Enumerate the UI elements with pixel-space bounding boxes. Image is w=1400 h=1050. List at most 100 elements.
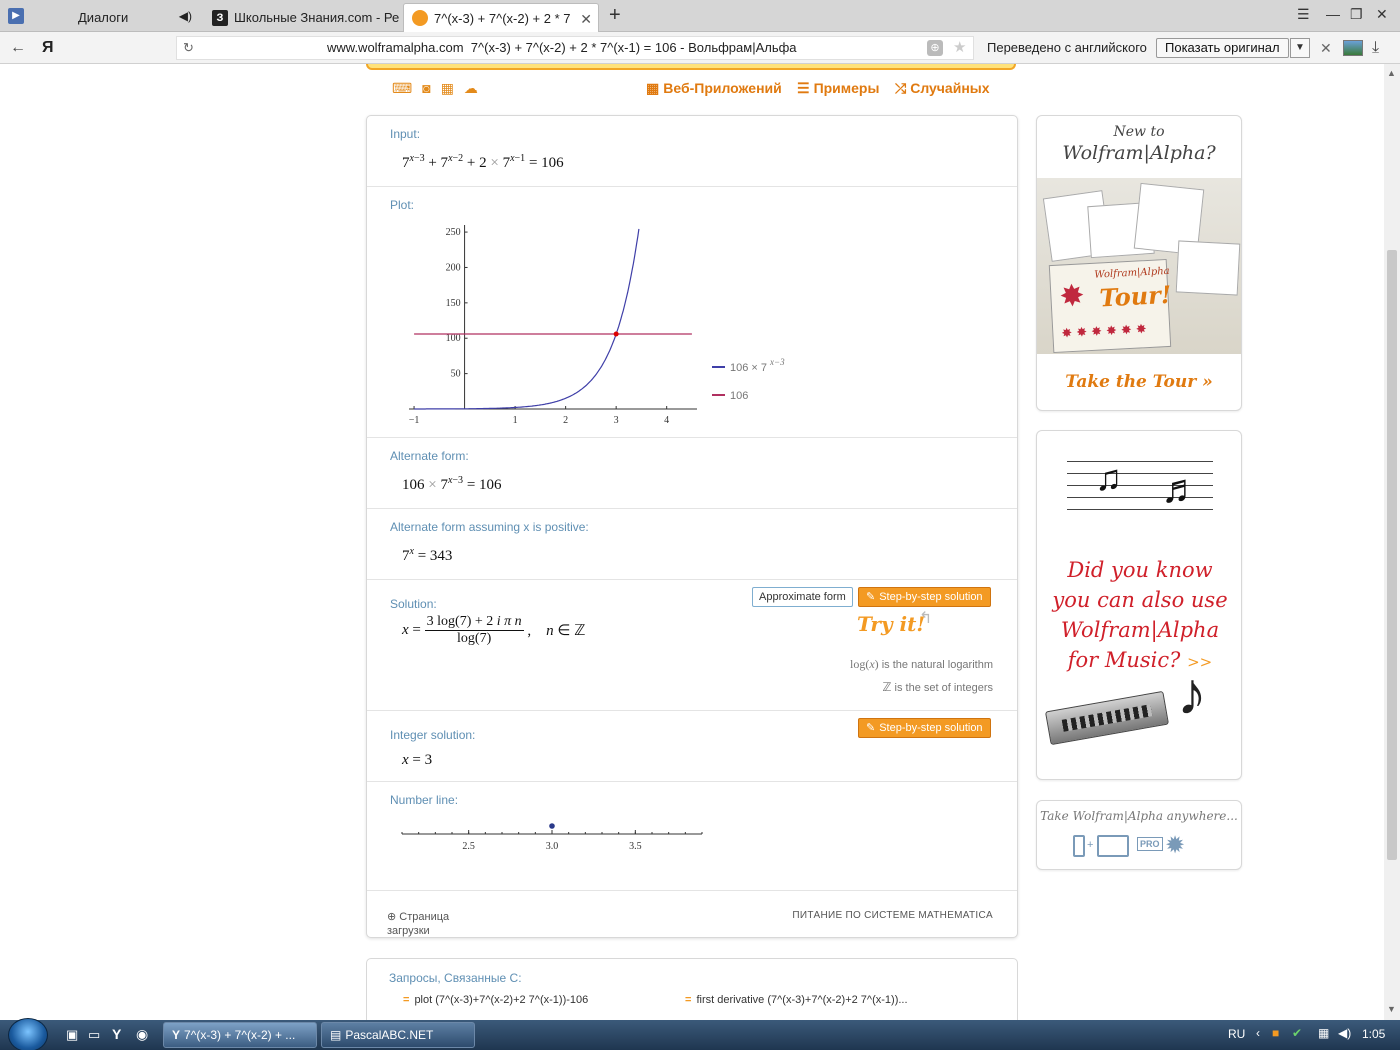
tick-label: 3.5: [629, 841, 642, 852]
input-box-bottom: [366, 64, 1016, 70]
phone-icon: [1073, 835, 1085, 857]
url-text: www.wolframalpha.com 7^(x-3) + 7^(x-2) +…: [327, 37, 797, 59]
y-tick-label: 150: [446, 298, 461, 309]
url-page-title: 7^(x-3) + 7^(x-2) + 2 * 7^(x-1) = 106 - …: [470, 40, 797, 55]
language-indicator[interactable]: RU: [1228, 1027, 1245, 1041]
menu-icon[interactable]: ☰: [1297, 6, 1310, 23]
tablet-icon: [1097, 835, 1129, 857]
camera-icon[interactable]: ◙: [422, 80, 430, 97]
scrollbar[interactable]: ▲ ▼: [1384, 64, 1400, 1020]
taskbar-browser-window[interactable]: Y 7^(x-3) + 7^(x-2) + ...: [163, 1022, 317, 1048]
download-circle-icon: ⊕: [387, 911, 397, 923]
palette-icon[interactable]: ☁: [464, 80, 478, 97]
speaker-icon[interactable]: ◀): [179, 9, 192, 23]
back-icon[interactable]: ←: [10, 39, 26, 57]
volume-icon[interactable]: ◀): [1338, 1026, 1351, 1040]
nav-examples[interactable]: ☰ Примеры: [797, 80, 879, 97]
y-tick-label: 100: [446, 333, 461, 344]
keyboard-icon[interactable]: ⌨: [392, 80, 412, 97]
legend-label-exponent: x−3: [769, 357, 785, 367]
tour-illustration: ✸ Wolfram|Alpha Tour! ✸✸✸✸✸✸: [1037, 178, 1241, 354]
approximate-form-button[interactable]: Approximate form: [752, 587, 853, 607]
close-translate-icon[interactable]: ✕: [1320, 40, 1332, 57]
nav-random-label: Случайных: [910, 80, 990, 96]
network-icon[interactable]: ▦: [1318, 1026, 1329, 1040]
tour-ad[interactable]: New to Wolfram|Alpha? ✸ Wolfram|Alpha To…: [1036, 115, 1242, 411]
edit-icon: ✎: [866, 591, 876, 603]
yandex-browser-icon[interactable]: Y: [112, 1026, 121, 1042]
url-field[interactable]: ↻ www.wolframalpha.com 7^(x-3) + 7^(x-2)…: [176, 36, 974, 60]
grid-icon: ▦: [646, 80, 660, 96]
anywhere-ad[interactable]: Take Wolfram|Alpha anywhere... + PRO ✹: [1036, 800, 1242, 870]
yandex-icon[interactable]: Я: [42, 39, 54, 57]
plus-icon: +: [1087, 839, 1094, 851]
pod-title: Number line:: [390, 793, 459, 807]
page-content: ⌨ ◙ ▦ ☁ ▦ Веб-Приложений ☰ Примеры ⤮ Случай…: [0, 64, 1384, 1020]
minimize-icon[interactable]: —: [1326, 6, 1340, 22]
step-by-step-label: Step-by-step solution: [879, 591, 983, 603]
taskbar-pascal-window[interactable]: ▤ PascalABC.NET: [321, 1022, 475, 1048]
tab-znanija[interactable]: З Школьные Знания.com - Ре: [204, 3, 400, 32]
tab-dialogs[interactable]: Диалоги ◀): [30, 3, 200, 32]
tab-title: Диалоги: [78, 10, 129, 25]
show-original-button[interactable]: Показать оригинал: [1156, 38, 1289, 58]
anywhere-text: Take Wolfram|Alpha anywhere...: [1040, 809, 1238, 823]
tour-badge-title: Tour!: [1098, 279, 1172, 313]
restore-icon[interactable]: ❐: [1350, 6, 1363, 23]
table-icon[interactable]: ▦: [441, 80, 454, 97]
x-tick-label: 1: [513, 415, 518, 426]
chrome-icon[interactable]: ◉: [136, 1026, 148, 1043]
tray-app-icon[interactable]: ■: [1272, 1026, 1279, 1040]
download-page-link[interactable]: ⊕ Страница загрузки: [387, 910, 449, 938]
equals-bullet-icon: =: [685, 994, 692, 1006]
close-window-icon[interactable]: ✕: [1376, 6, 1388, 23]
integer-solution-formula: x = 3: [402, 752, 433, 768]
new-tab-icon[interactable]: +: [609, 4, 621, 27]
clock[interactable]: 1:05: [1362, 1027, 1385, 1041]
pascal-icon: ▤: [330, 1028, 342, 1042]
tray-check-icon[interactable]: ✔: [1292, 1026, 1302, 1040]
series-line-0: [414, 228, 640, 410]
step-by-step-button[interactable]: ✎ Step-by-step solution: [858, 587, 991, 607]
download-icon[interactable]: ⤓: [1372, 39, 1379, 57]
taskbar-window-label: PascalABC.NET: [345, 1028, 434, 1042]
x-tick-label: 4: [664, 415, 669, 426]
scroll-up-icon[interactable]: ▲: [1387, 68, 1396, 78]
solution-formula: x = 3 log(7) + 2 i π n log(7) , n ∈ ℤ: [402, 614, 586, 646]
bookmark-star-icon[interactable]: ★: [953, 37, 966, 59]
pod-title: Integer solution:: [390, 728, 476, 742]
media-icon[interactable]: ▶: [8, 8, 24, 24]
pod-title: Input:: [390, 127, 421, 141]
legend-label: 106 × 7: [730, 362, 767, 374]
snowflakes-row-icon: ✸✸✸✸✸✸: [1060, 320, 1151, 341]
log-note-text: is the natural logarithm: [881, 659, 993, 671]
scroll-thumb[interactable]: [1387, 250, 1397, 860]
show-desktop-icon[interactable]: ▣: [66, 1027, 78, 1043]
staff-lines: ♫ ♬: [1067, 457, 1213, 521]
try-it-label: Try it!: [857, 612, 926, 636]
gear-icon: ✹: [1165, 832, 1186, 859]
tick-label: 2.5: [462, 841, 475, 852]
related-item-label: plot (7^(x-3)+7^(x-2)+2 7^(x-1))-106: [414, 994, 589, 1006]
nav-apps[interactable]: ▦ Веб-Приложений: [646, 80, 782, 97]
music-ad[interactable]: ♫ ♬ Did you know you can also use Wolfra…: [1036, 430, 1242, 780]
related-item[interactable]: = plot (7^(x-3)+7^(x-2)+2 7^(x-1))-106: [403, 994, 588, 1006]
picture-icon[interactable]: [1343, 40, 1363, 56]
snowflake-icon: ✸: [1058, 279, 1086, 314]
translate-dropdown-icon[interactable]: ▼: [1290, 38, 1310, 58]
take-the-tour-link[interactable]: Take the Tour »: [1037, 372, 1241, 392]
close-tab-icon[interactable]: ✕: [580, 11, 592, 28]
explorer-icon[interactable]: ▭: [88, 1027, 100, 1043]
related-item[interactable]: = first derivative (7^(x-3)+7^(x-2)+2 7^(…: [685, 994, 908, 1006]
number-line-chart: 2.5 3.0 3.5: [401, 823, 703, 852]
translate-icon[interactable]: ⊕: [927, 40, 943, 56]
integer-step-by-step-button[interactable]: ✎ Step-by-step solution: [858, 718, 991, 738]
tray-expand-icon[interactable]: ‹: [1256, 1026, 1260, 1040]
reload-icon[interactable]: ↻: [183, 37, 194, 59]
tour-wolfram-title: Wolfram|Alpha?: [1062, 142, 1216, 164]
scroll-down-icon[interactable]: ▼: [1387, 1004, 1396, 1014]
tab-wolfram[interactable]: 7^(x-3) + 7^(x-2) + 2 * 7 ✕: [403, 3, 599, 32]
powered-by-mathematica[interactable]: ПИТАНИЕ ПО СИСТЕМЕ MATHEMATICA: [792, 910, 993, 921]
nav-random[interactable]: ⤮ Случайных: [895, 80, 990, 97]
start-button[interactable]: [8, 1018, 48, 1050]
